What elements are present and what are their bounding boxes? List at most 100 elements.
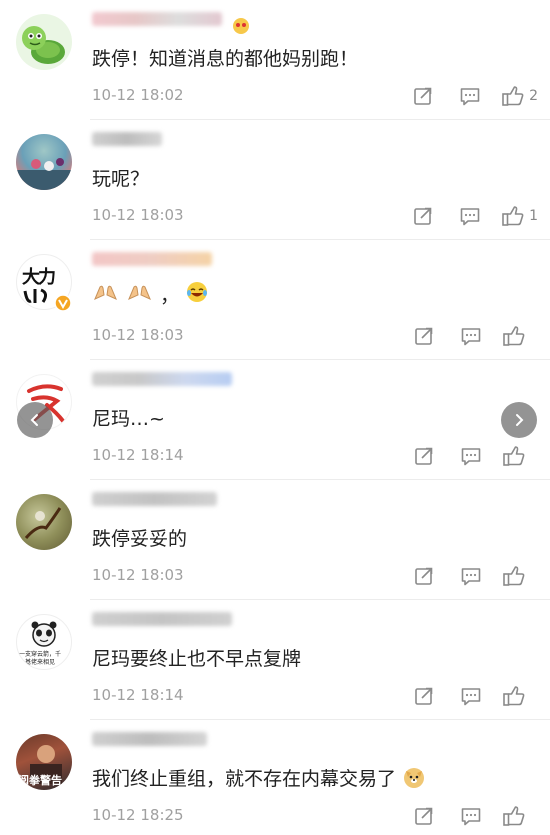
share-button[interactable]	[408, 84, 438, 108]
like-button[interactable]	[502, 445, 538, 467]
avatar-caption: 阅拳警告	[18, 774, 62, 787]
comment-actions: 1	[391, 204, 538, 228]
comment-text-body: 我们终止重组，就不存在内幕交易了	[92, 768, 397, 790]
thumbs-up-icon	[503, 446, 525, 466]
comment-actions	[392, 444, 538, 468]
comment-text: 我们终止重组，就不存在内幕交易了	[92, 764, 426, 794]
comment-actions	[392, 684, 538, 708]
comment-text: 尼玛要终止也不早点复牌	[92, 648, 302, 670]
thumbs-up-icon	[503, 806, 525, 826]
previous-arrow-button[interactable]	[17, 402, 53, 438]
comment-actions: 2	[391, 84, 538, 108]
share-icon	[415, 327, 433, 345]
avatar[interactable]	[16, 14, 72, 70]
comment-text: ，	[92, 280, 209, 309]
comment-item: 玩呢？ 10-12 18:03 1	[0, 120, 550, 240]
share-button[interactable]	[409, 324, 439, 348]
like-count: 1	[529, 208, 538, 224]
username-blurred[interactable]	[92, 252, 212, 266]
comment-actions	[392, 564, 538, 588]
username-blurred[interactable]	[92, 612, 232, 626]
share-icon	[415, 807, 433, 825]
username-blurred[interactable]	[92, 132, 162, 146]
share-button[interactable]	[408, 204, 438, 228]
share-icon	[415, 687, 433, 705]
comment-list: 跌停！知道消息的都他妈别跑！ 10-12 18:02 2 玩呢？ 10-12 1…	[0, 0, 550, 835]
comment-time: 10-12 18:25	[92, 806, 184, 824]
share-icon	[414, 87, 432, 105]
share-button[interactable]	[409, 804, 439, 828]
avatar-caption: 基佬来相见	[25, 659, 56, 666]
comment-icon	[461, 688, 481, 706]
panda-meme-avatar-icon	[31, 621, 57, 647]
comment-item: 尼玛…~ 10-12 18:14	[0, 360, 550, 480]
comment-icon	[460, 88, 480, 106]
share-button[interactable]	[409, 564, 439, 588]
username-blurred[interactable]	[92, 372, 232, 386]
share-button[interactable]	[409, 684, 439, 708]
comment-icon	[461, 328, 481, 346]
like-button[interactable]	[502, 805, 538, 827]
reply-button[interactable]	[456, 324, 486, 348]
like-button[interactable]	[502, 565, 538, 587]
like-button[interactable]: 1	[501, 205, 538, 227]
reply-button[interactable]	[455, 204, 485, 228]
like-button[interactable]: 2	[501, 85, 538, 107]
comment-actions	[392, 324, 538, 348]
next-arrow-button[interactable]	[501, 402, 537, 438]
comment-icon	[461, 448, 481, 466]
comment-text: 跌停！知道消息的都他妈别跑！	[92, 48, 359, 70]
verified-badge-icon	[54, 294, 72, 312]
comment-time: 10-12 18:03	[92, 566, 184, 584]
comment-time: 10-12 18:14	[92, 686, 184, 704]
avatar[interactable]	[16, 494, 72, 550]
nature-photo-avatar-icon	[24, 507, 62, 539]
thumbs-up-icon	[503, 566, 525, 586]
comment-time: 10-12 18:02	[92, 86, 184, 104]
clap-hands-emoji-icon	[92, 281, 120, 308]
share-icon	[415, 447, 433, 465]
comment-item: 阅拳警告 我们终止重组，就不存在内幕交易了 10-12 18:25	[0, 720, 550, 835]
comment-icon	[461, 568, 481, 586]
like-button[interactable]	[502, 685, 538, 707]
share-button[interactable]	[409, 444, 439, 468]
thumbs-up-icon	[503, 686, 525, 706]
clap-hands-emoji-icon	[126, 281, 154, 308]
like-count: 2	[529, 88, 538, 104]
reply-button[interactable]	[456, 444, 486, 468]
chevron-right-icon	[516, 414, 524, 426]
like-button[interactable]	[502, 325, 538, 347]
username-blurred[interactable]	[92, 732, 207, 746]
laughing-tears-emoji-icon	[185, 280, 209, 309]
avatar[interactable]: 阅拳警告	[16, 734, 72, 790]
avatar-calligraphy: 大力	[22, 267, 56, 288]
username-blurred[interactable]	[92, 492, 217, 506]
reply-button[interactable]	[456, 804, 486, 828]
avatar[interactable]	[16, 134, 72, 190]
username-blurred[interactable]	[92, 12, 222, 26]
comment-text: 跌停妥妥的	[92, 528, 188, 550]
avatar[interactable]: 一支穿云箭，千 基佬来相见	[16, 614, 72, 670]
chevron-left-icon	[30, 414, 38, 426]
share-icon	[415, 567, 433, 585]
comment-item: 一支穿云箭，千 基佬来相见 尼玛要终止也不早点复牌 10-12 18:14	[0, 600, 550, 720]
reply-button[interactable]	[456, 684, 486, 708]
share-icon	[414, 207, 432, 225]
comment-actions	[392, 804, 538, 828]
comment-icon	[461, 808, 481, 826]
comment-item: 跌停！知道消息的都他妈别跑！ 10-12 18:02 2	[0, 0, 550, 120]
reply-button[interactable]	[456, 564, 486, 588]
comment-text: 尼玛…~	[92, 408, 165, 430]
comment-time: 10-12 18:03	[92, 326, 184, 344]
turtle-avatar-icon	[22, 26, 65, 64]
comment-item: 跌停妥妥的 10-12 18:03	[0, 480, 550, 600]
comment-time: 10-12 18:03	[92, 206, 184, 224]
comment-item: 大力 ， 10-12 18:03	[0, 240, 550, 360]
thumbs-up-icon	[502, 86, 524, 106]
badge-emoji-icon	[233, 18, 249, 34]
doge-emoji-icon	[402, 765, 426, 794]
ink-stroke-icon	[23, 288, 48, 303]
reply-button[interactable]	[455, 84, 485, 108]
comment-time: 10-12 18:14	[92, 446, 184, 464]
thumbs-up-icon	[502, 206, 524, 226]
